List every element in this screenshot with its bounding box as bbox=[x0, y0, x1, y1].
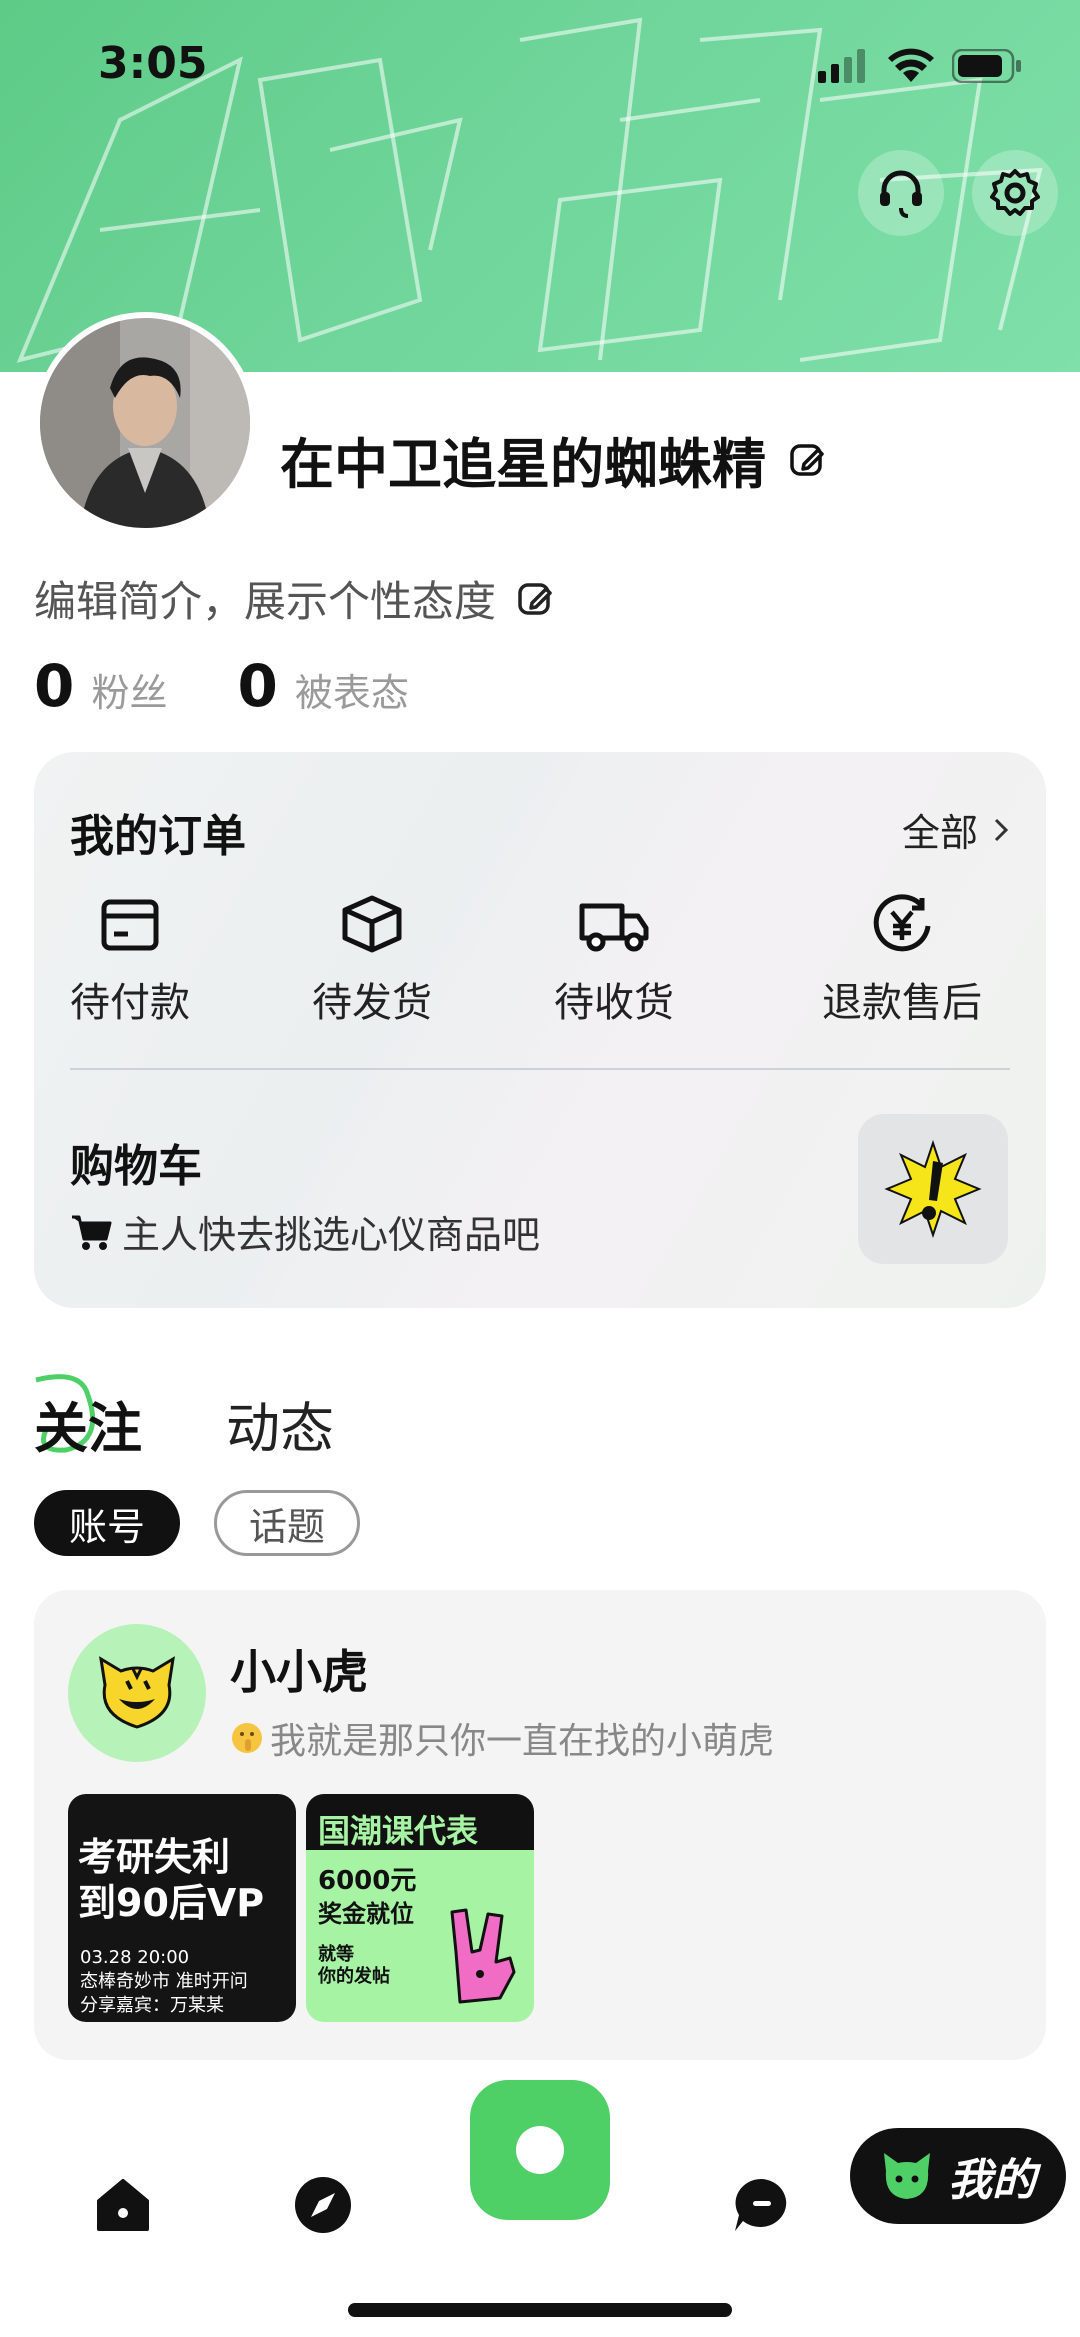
tab-follow[interactable]: 关注 bbox=[34, 1374, 142, 1463]
thumb2-line3: 奖金就位 bbox=[318, 1900, 414, 1928]
post-thumbnail-1[interactable]: 考研失利 到90后VP 03.28 20:00 态棒奇妙市 准时开问 分享嘉宾：… bbox=[68, 1794, 296, 2022]
nickname: 在中卫追星的蜘蛛精 bbox=[280, 433, 766, 496]
follow-desc-row: 我就是那只你一直在找的小萌虎 bbox=[230, 1712, 774, 1764]
nav-mine[interactable]: 我的 bbox=[850, 2128, 1066, 2224]
order-divider bbox=[70, 1068, 1010, 1070]
nickname-row[interactable]: 在中卫追星的蜘蛛精 bbox=[280, 420, 828, 499]
tab-follow-label: 关注 bbox=[34, 1397, 142, 1460]
thumb2-line2: 6000元 bbox=[318, 1866, 417, 1896]
rock-hand-icon bbox=[450, 1908, 516, 2004]
customer-service-button[interactable] bbox=[858, 150, 944, 236]
thumb1-line5: 分享嘉宾：万某某 bbox=[80, 1995, 224, 2016]
avatar-photo bbox=[40, 318, 250, 528]
attitude-count: 0 bbox=[237, 652, 278, 720]
attitude-stat[interactable]: 0 被表态 bbox=[237, 652, 408, 720]
order-all-label: 全部 bbox=[901, 811, 978, 855]
create-circle-icon bbox=[516, 2126, 564, 2174]
home-icon bbox=[97, 2179, 149, 2231]
card-icon bbox=[101, 899, 159, 951]
home-indicator bbox=[348, 2303, 732, 2317]
nav-messages[interactable] bbox=[726, 2170, 796, 2240]
order-refund[interactable]: 退款售后 bbox=[822, 892, 982, 1028]
nav-discover[interactable] bbox=[288, 2170, 358, 2240]
wifi-icon bbox=[888, 48, 934, 82]
status-time: 3:05 bbox=[98, 38, 208, 89]
order-label: 待付款 bbox=[70, 980, 190, 1026]
order-pending-shipment[interactable]: 待发货 bbox=[312, 892, 432, 1028]
thumb1-line1: 考研失利 bbox=[78, 1835, 231, 1879]
compass-icon bbox=[295, 2177, 351, 2233]
thumb2-line4: 就等 bbox=[318, 1944, 354, 1965]
attitude-label: 被表态 bbox=[294, 671, 409, 715]
truck-icon bbox=[579, 903, 649, 952]
pill-account[interactable]: 账号 bbox=[34, 1490, 180, 1556]
order-card: 我的订单 全部 待付款 待发货 待收货 退款售后 购物车 主人快去挑选心仪商品吧 bbox=[34, 752, 1046, 1308]
order-all-link[interactable]: 全部 bbox=[902, 802, 1010, 857]
tiger-mascot-icon bbox=[99, 1656, 175, 1729]
follow-avatar[interactable] bbox=[68, 1624, 206, 1762]
chevron-right-icon bbox=[994, 818, 1009, 841]
bio-row[interactable]: 编辑简介，展示个性态度 bbox=[34, 568, 556, 629]
order-pending-payment[interactable]: 待付款 bbox=[70, 892, 190, 1028]
followers-label: 粉丝 bbox=[91, 671, 168, 715]
thumb1-line2: 到90后VP bbox=[78, 1881, 265, 1925]
nav-create-button[interactable] bbox=[470, 2080, 610, 2220]
refund-icon bbox=[873, 894, 931, 952]
chat-bubble-icon bbox=[735, 2179, 787, 2231]
nav-home[interactable] bbox=[88, 2170, 158, 2240]
signal-icon bbox=[818, 49, 865, 83]
cat-mascot-icon bbox=[884, 2153, 930, 2199]
pill-topic[interactable]: 话题 bbox=[214, 1490, 360, 1556]
cart-title[interactable]: 购物车 bbox=[70, 1130, 202, 1194]
tab-moments[interactable]: 动态 bbox=[226, 1384, 334, 1463]
bottom-nav: 我的 bbox=[0, 2070, 1080, 2337]
order-title: 我的订单 bbox=[70, 811, 246, 862]
thumb1-line4: 态棒奇妙市 准时开问 bbox=[80, 1971, 248, 1992]
content-tabs: 关注 动态 bbox=[34, 1374, 334, 1463]
box-icon bbox=[342, 895, 402, 953]
order-pending-receipt[interactable]: 待收货 bbox=[554, 892, 674, 1028]
thumb2-line1: 国潮课代表 bbox=[318, 1812, 479, 1850]
headset-icon bbox=[880, 170, 922, 218]
thumb1-line3: 03.28 20:00 bbox=[80, 1947, 190, 1968]
shush-emoji-icon bbox=[232, 1723, 262, 1753]
cart-subtitle-row[interactable]: 主人快去挑选心仪商品吧 bbox=[70, 1204, 540, 1259]
tab-moments-label: 动态 bbox=[226, 1397, 334, 1460]
order-label: 待发货 bbox=[312, 980, 432, 1026]
thumb2-line5: 你的发帖 bbox=[318, 1966, 390, 1987]
gear-icon bbox=[990, 169, 1040, 216]
settings-button[interactable] bbox=[972, 150, 1058, 236]
follow-desc: 我就是那只你一直在找的小萌虎 bbox=[270, 1721, 775, 1762]
stats-row: 0 粉丝 0 被表态 bbox=[34, 652, 409, 720]
nav-mine-label: 我的 bbox=[948, 2155, 1036, 2206]
follow-card[interactable]: 小小虎 我就是那只你一直在找的小萌虎 考研失利 到90后VP 03.28 20:… bbox=[34, 1590, 1046, 2060]
order-label: 退款售后 bbox=[822, 980, 982, 1026]
status-icons bbox=[818, 48, 1022, 84]
bio-text: 编辑简介，展示个性态度 bbox=[34, 577, 497, 626]
edit-bio-icon[interactable] bbox=[516, 579, 556, 619]
edit-icon[interactable] bbox=[788, 440, 828, 480]
exclamation-burst-icon bbox=[884, 1139, 982, 1239]
filter-pills: 账号 话题 bbox=[34, 1490, 360, 1556]
cart-icon bbox=[72, 1215, 112, 1250]
cart-alert-badge[interactable] bbox=[858, 1114, 1008, 1264]
followers-count: 0 bbox=[34, 652, 75, 720]
profile-avatar[interactable] bbox=[34, 312, 256, 534]
order-label: 待收货 bbox=[554, 980, 674, 1026]
cart-subtitle: 主人快去挑选心仪商品吧 bbox=[122, 1213, 541, 1257]
battery-icon bbox=[952, 49, 1021, 83]
follow-name: 小小虎 bbox=[230, 1645, 368, 1699]
followers-stat[interactable]: 0 粉丝 bbox=[34, 652, 167, 720]
post-thumbnail-2[interactable]: 国潮课代表 6000元 奖金就位 就等 你的发帖 bbox=[306, 1794, 534, 2022]
